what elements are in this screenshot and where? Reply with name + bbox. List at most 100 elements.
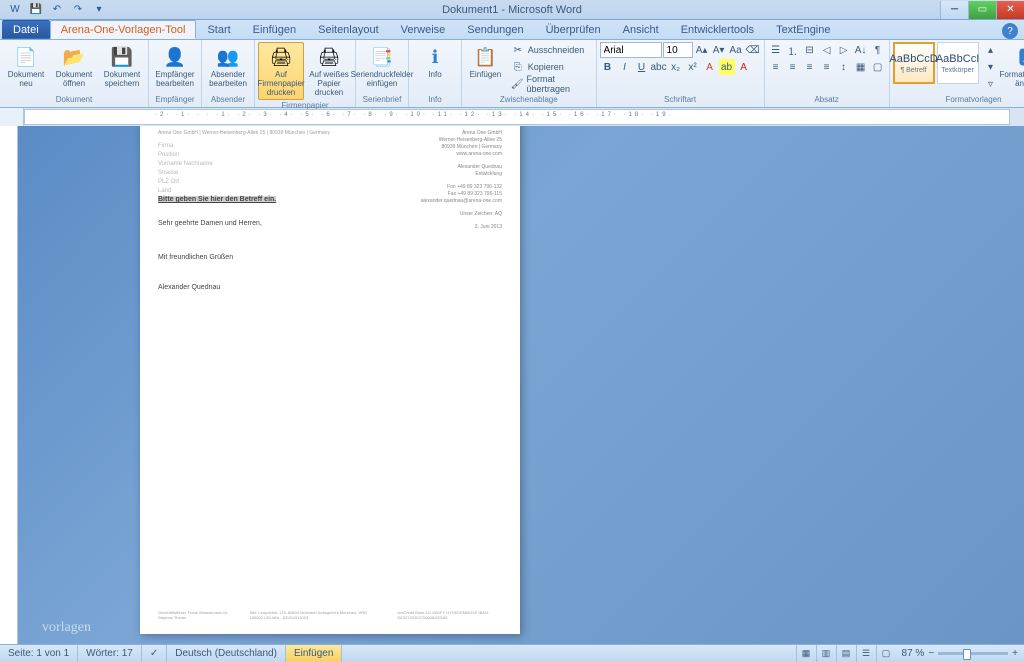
status-insert-mode[interactable]: Einfügen — [286, 645, 342, 662]
justify-icon[interactable]: ≡ — [819, 59, 835, 75]
info-button[interactable]: ℹInfo — [412, 42, 458, 83]
clear-format-icon[interactable]: ⌫ — [745, 42, 761, 58]
superscript-icon[interactable]: x² — [685, 59, 701, 75]
ausschneiden-button[interactable]: ✂Ausschneiden — [508, 42, 593, 58]
statusbar: Seite: 1 von 1 Wörter: 17 ✓ Deutsch (Deu… — [0, 644, 1024, 662]
einfuegen-button[interactable]: 📋Einfügen — [465, 42, 506, 83]
shading-icon[interactable]: ▦ — [853, 59, 869, 75]
group-serienbrief: 📑Seriendruckfelder einfügen Serienbrief — [356, 40, 409, 107]
weisses-papier-button[interactable]: 🖨Auf weißes Papier drucken — [306, 42, 352, 100]
font-color-icon[interactable]: A — [736, 59, 752, 75]
tab-file[interactable]: Datei — [2, 20, 50, 39]
align-center-icon[interactable]: ≡ — [785, 59, 801, 75]
ruler-horizontal[interactable] — [24, 109, 1010, 125]
formatvorlagen-aendern-button[interactable]: 🅰Formatvorlagen ändern — [1001, 42, 1024, 92]
tab-start[interactable]: Start — [196, 20, 241, 39]
dokument-oeffnen-button[interactable]: 📂Dokument öffnen — [51, 42, 97, 92]
tab-seitenlayout[interactable]: Seitenlayout — [307, 20, 390, 39]
undo-icon[interactable]: ↶ — [48, 2, 66, 18]
subject-line[interactable]: Bitte geben Sie hier den Betreff ein. — [158, 196, 276, 203]
signer: Alexander Quednau — [158, 279, 502, 297]
view-web-icon[interactable]: ▤ — [836, 645, 856, 662]
highlight-icon[interactable]: ab — [719, 59, 735, 75]
document-new-icon: 📄 — [14, 45, 38, 69]
zoom-control[interactable]: 87 % − + — [896, 648, 1024, 659]
tab-ansicht[interactable]: Ansicht — [612, 20, 670, 39]
zoom-level: 87 % — [902, 648, 925, 659]
bullets-icon[interactable]: ☰ — [768, 42, 784, 58]
italic-icon[interactable]: I — [617, 59, 633, 75]
status-proof-icon[interactable]: ✓ — [142, 645, 167, 662]
view-draft-icon[interactable]: ▢ — [876, 645, 896, 662]
align-left-icon[interactable]: ≡ — [768, 59, 784, 75]
zoom-in-icon[interactable]: + — [1012, 648, 1018, 659]
subscript-icon[interactable]: x₂ — [668, 59, 684, 75]
style-textkoerper[interactable]: AaBbCcITextkörper — [937, 42, 979, 84]
status-words[interactable]: Wörter: 17 — [78, 645, 142, 662]
styles-down-icon[interactable]: ▾ — [983, 59, 999, 75]
close-button[interactable]: ✕ — [996, 1, 1024, 19]
tab-einfuegen[interactable]: Einfügen — [242, 20, 307, 39]
styles-up-icon[interactable]: ▴ — [983, 42, 999, 58]
tab-entwicklertools[interactable]: Entwicklertools — [670, 20, 765, 39]
empfaenger-button[interactable]: 👤Empfänger bearbeiten — [152, 42, 198, 92]
strike-icon[interactable]: abc — [651, 59, 667, 75]
email: alexander.quednau@arena-one.com — [421, 198, 502, 205]
serienbrief-button[interactable]: 📑Seriendruckfelder einfügen — [359, 42, 405, 92]
fon: Fon +49 89 323 796-132 — [421, 184, 502, 191]
group-label: Zwischenablage — [465, 94, 593, 105]
text-effects-icon[interactable]: A — [702, 59, 718, 75]
borders-icon[interactable]: ▢ — [870, 59, 886, 75]
status-language[interactable]: Deutsch (Deutschland) — [167, 645, 286, 662]
group-label: Schriftart — [600, 94, 761, 105]
view-outline-icon[interactable]: ☰ — [856, 645, 876, 662]
shrink-font-icon[interactable]: A▾ — [711, 42, 727, 58]
fax: Fax +49 89 323 796-115 — [421, 191, 502, 198]
absender-button[interactable]: 👥Absender bearbeiten — [205, 42, 251, 92]
page-canvas[interactable]: Arena One GmbH | Werner-Heisenberg-Allee… — [140, 126, 520, 634]
group-firmenpapier: 🖨Auf Firmenpapier drucken 🖨Auf weißes Pa… — [255, 40, 356, 107]
multilevel-icon[interactable]: ⊟ — [802, 42, 818, 58]
dokument-neu-button[interactable]: 📄Dokument neu — [3, 42, 49, 92]
word-icon[interactable]: W — [6, 2, 24, 18]
zoom-out-icon[interactable]: − — [928, 648, 934, 659]
redo-icon[interactable]: ↷ — [69, 2, 87, 18]
kopieren-button[interactable]: ⎘Kopieren — [508, 59, 593, 75]
grow-font-icon[interactable]: A▴ — [694, 42, 710, 58]
qat-more-icon[interactable]: ▾ — [90, 2, 108, 18]
maximize-button[interactable]: ▭ — [968, 1, 996, 19]
font-size-select[interactable] — [663, 42, 693, 58]
sort-icon[interactable]: A↓ — [853, 42, 869, 58]
tab-addin[interactable]: Arena-One-Vorlagen-Tool — [50, 20, 197, 39]
view-reading-icon[interactable]: ▥ — [816, 645, 836, 662]
tab-verweise[interactable]: Verweise — [390, 20, 457, 39]
footer-col1: Geschäftsführer Frank Wassermann Dr. Ste… — [158, 610, 232, 620]
ribbon-tabstrip: Datei Arena-One-Vorlagen-Tool Start Einf… — [0, 20, 1024, 40]
firmenpapier-drucken-button[interactable]: 🖨Auf Firmenpapier drucken — [258, 42, 304, 100]
numbering-icon[interactable]: ⒈ — [785, 42, 801, 58]
indent-icon[interactable]: ▷ — [836, 42, 852, 58]
align-right-icon[interactable]: ≡ — [802, 59, 818, 75]
underline-icon[interactable]: U — [634, 59, 650, 75]
change-case-icon[interactable]: Aa — [728, 42, 744, 58]
show-marks-icon[interactable]: ¶ — [870, 42, 886, 58]
help-icon[interactable]: ? — [1002, 23, 1018, 39]
tab-textengine[interactable]: TextEngine — [765, 20, 841, 39]
font-family-select[interactable] — [600, 42, 662, 58]
zoom-slider[interactable] — [938, 652, 1008, 655]
tab-ueberpruefen[interactable]: Überprüfen — [535, 20, 612, 39]
view-print-icon[interactable]: ▦ — [796, 645, 816, 662]
minimize-button[interactable]: ─ — [940, 1, 968, 19]
bold-icon[interactable]: B — [600, 59, 616, 75]
tab-sendungen[interactable]: Sendungen — [456, 20, 534, 39]
status-page[interactable]: Seite: 1 von 1 — [0, 645, 78, 662]
ruler-vertical[interactable] — [0, 126, 18, 644]
format-uebertragen-button[interactable]: 🖌Format übertragen — [508, 76, 593, 92]
dokument-speichern-button[interactable]: 💾Dokument speichern — [99, 42, 145, 92]
style-betreff[interactable]: AaBbCcD¶ Betreff — [893, 42, 935, 84]
ruler-corner — [0, 108, 24, 126]
outdent-icon[interactable]: ◁ — [819, 42, 835, 58]
line-spacing-icon[interactable]: ↕ — [836, 59, 852, 75]
save-icon[interactable]: 💾 — [27, 2, 45, 18]
styles-more-icon[interactable]: ▿ — [983, 76, 999, 92]
